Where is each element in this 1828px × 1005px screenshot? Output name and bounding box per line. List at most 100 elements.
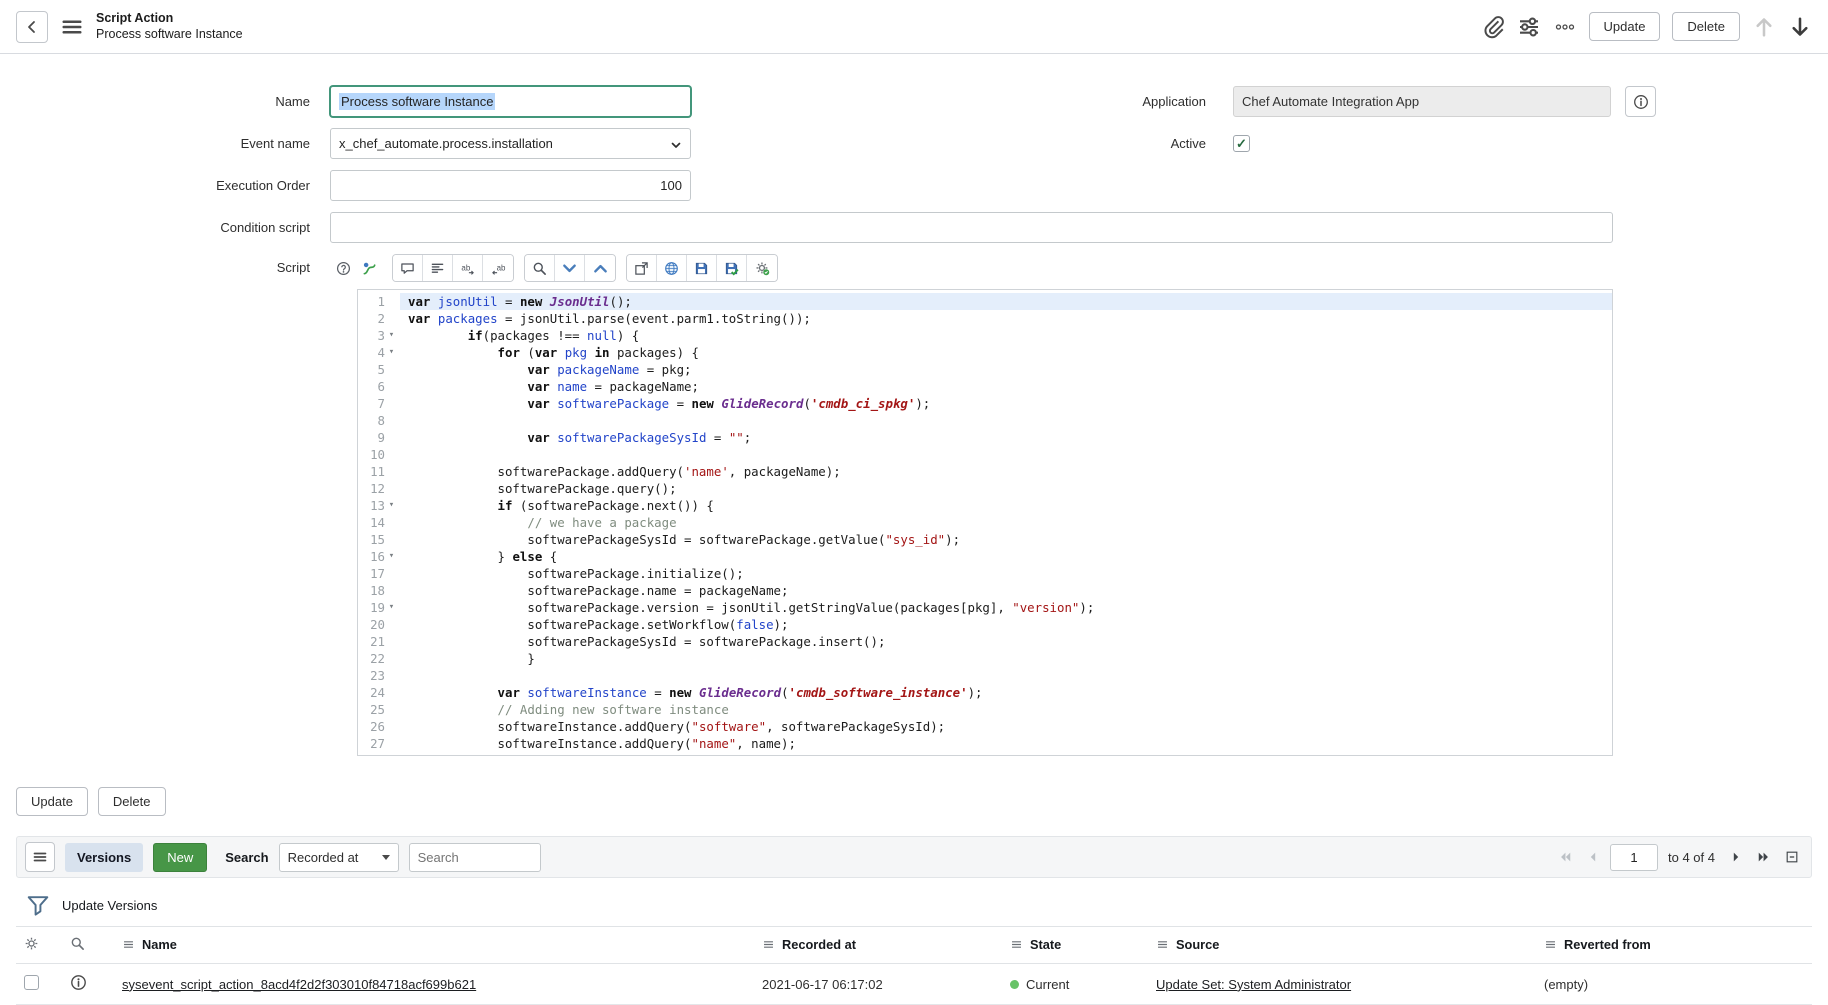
new-button[interactable]: New	[153, 843, 207, 872]
update-button-bottom[interactable]: Update	[16, 787, 88, 816]
line-gutter: 3▾	[358, 327, 400, 344]
page-number-input[interactable]	[1610, 844, 1658, 871]
column-header-state[interactable]: State	[1002, 927, 1148, 964]
name-label: Name	[30, 94, 330, 109]
code-text: softwareInstance.addQuery("software", so…	[400, 718, 1612, 735]
tab-versions[interactable]: Versions	[65, 843, 143, 872]
syntax-toggle-icon[interactable]	[356, 255, 382, 281]
fold-arrow-icon	[385, 412, 398, 429]
code-text	[400, 667, 1612, 684]
svg-text:ab: ab	[496, 263, 505, 272]
validate-icon[interactable]	[717, 255, 747, 281]
collapse-list-button[interactable]	[1781, 846, 1803, 868]
filter-funnel-icon[interactable]	[26, 893, 50, 917]
fold-arrow-icon	[385, 701, 398, 718]
last-page-button[interactable]	[1753, 846, 1775, 868]
code-text	[400, 412, 1612, 429]
line-gutter: 12	[358, 480, 400, 497]
fold-arrow-icon	[385, 650, 398, 667]
name-input[interactable]: Process software Instance	[330, 86, 691, 117]
code-line: 13▾ if (softwarePackage.next()) {	[358, 497, 1612, 514]
code-text: softwarePackage.initialize();	[400, 565, 1612, 582]
record-preview-icon[interactable]	[70, 974, 87, 991]
column-menu-icon[interactable]	[122, 938, 135, 951]
delete-button[interactable]: Delete	[1672, 12, 1740, 41]
list-personalize-gear-icon[interactable]	[24, 936, 39, 951]
execution-order-input[interactable]	[330, 170, 691, 201]
update-button[interactable]: Update	[1589, 12, 1661, 41]
script-label: Script	[30, 254, 330, 275]
code-line: 6 var name = packageName;	[358, 378, 1612, 395]
line-number: 20	[358, 616, 385, 633]
active-checkbox[interactable]	[1233, 135, 1250, 152]
search-column-select[interactable]: Recorded at	[279, 843, 399, 872]
script-debugger-icon[interactable]	[747, 255, 777, 281]
list-header-row: Name Recorded atStateSourceReverted from	[16, 927, 1812, 964]
column-menu-icon[interactable]	[1544, 938, 1557, 951]
more-options-icon[interactable]	[1553, 15, 1577, 39]
fold-arrow-icon[interactable]: ▾	[385, 599, 398, 616]
code-line: 20 softwarePackage.setWorkflow(false);	[358, 616, 1612, 633]
list-context-menu-button[interactable]	[25, 842, 55, 872]
column-header-recorded-at[interactable]: Recorded at	[754, 927, 1002, 964]
line-gutter: 11	[358, 463, 400, 480]
delete-button-bottom[interactable]: Delete	[98, 787, 166, 816]
source-link[interactable]: Update Set: System Administrator	[1156, 977, 1351, 992]
es-version-icon[interactable]	[657, 255, 687, 281]
next-page-button[interactable]	[1725, 846, 1747, 868]
previous-page-button[interactable]	[1582, 846, 1604, 868]
personalize-form-icon[interactable]	[1517, 15, 1541, 39]
fold-arrow-icon[interactable]: ▾	[385, 548, 398, 565]
application-info-button[interactable]	[1625, 86, 1656, 117]
find-previous-icon[interactable]	[585, 255, 615, 281]
form-context-menu-icon[interactable]	[60, 15, 84, 39]
line-number: 22	[358, 650, 385, 667]
script-editor[interactable]: 1var jsonUtil = new JsonUtil();2var pack…	[357, 289, 1613, 756]
versions-related-list: Versions New Search Recorded at to 4 of …	[16, 836, 1812, 1005]
fold-arrow-icon	[385, 480, 398, 497]
column-menu-icon[interactable]	[1156, 938, 1169, 951]
toggle-comment-icon[interactable]	[393, 255, 423, 281]
list-search-input[interactable]	[409, 843, 541, 872]
column-menu-icon[interactable]	[762, 938, 775, 951]
row-checkbox[interactable]	[24, 975, 39, 990]
first-page-button[interactable]	[1554, 846, 1576, 868]
column-header-reverted-from[interactable]: Reverted from	[1536, 927, 1812, 964]
previous-record-icon[interactable]	[1752, 15, 1776, 39]
event-name-value: x_chef_automate.process.installation	[339, 136, 553, 151]
code-text: var name = packageName;	[400, 378, 1612, 395]
fold-arrow-icon[interactable]: ▾	[385, 344, 398, 361]
column-header-source[interactable]: Source	[1148, 927, 1536, 964]
condition-script-input[interactable]	[330, 212, 1613, 243]
back-button[interactable]	[16, 11, 48, 43]
replace-icon[interactable]: ab	[453, 255, 483, 281]
fullscreen-icon[interactable]	[627, 255, 657, 281]
line-gutter: 15	[358, 531, 400, 548]
find-next-icon[interactable]	[555, 255, 585, 281]
replace-all-icon[interactable]: ab	[483, 255, 513, 281]
list-search-icon[interactable]	[70, 936, 85, 951]
save-icon[interactable]	[687, 255, 717, 281]
version-record-link[interactable]: sysevent_script_action_8acd4f2d2f303010f…	[122, 977, 476, 992]
fold-arrow-icon[interactable]: ▾	[385, 327, 398, 344]
column-menu-icon[interactable]	[1010, 938, 1023, 951]
help-icon[interactable]	[330, 255, 356, 281]
event-name-select[interactable]: x_chef_automate.process.installation	[330, 128, 691, 159]
line-gutter: 6	[358, 378, 400, 395]
search-icon[interactable]	[525, 255, 555, 281]
column-header-name[interactable]: Name	[114, 927, 754, 964]
next-record-icon[interactable]	[1788, 15, 1812, 39]
line-gutter: 20	[358, 616, 400, 633]
code-text: if(packages !== null) {	[400, 327, 1612, 344]
search-column-value: Recorded at	[288, 850, 359, 865]
code-line: 15 softwarePackageSysId = softwarePackag…	[358, 531, 1612, 548]
format-code-icon[interactable]	[423, 255, 453, 281]
toolbar-group	[524, 254, 616, 282]
table-row: sysevent_script_action_8acd4f2d2f303010f…	[16, 964, 1812, 1005]
line-number: 12	[358, 480, 385, 497]
list-action-link[interactable]: Update Versions	[62, 898, 157, 913]
line-gutter: 4▾	[358, 344, 400, 361]
attachment-icon[interactable]	[1481, 15, 1505, 39]
column-label: Name	[142, 937, 177, 952]
fold-arrow-icon[interactable]: ▾	[385, 497, 398, 514]
